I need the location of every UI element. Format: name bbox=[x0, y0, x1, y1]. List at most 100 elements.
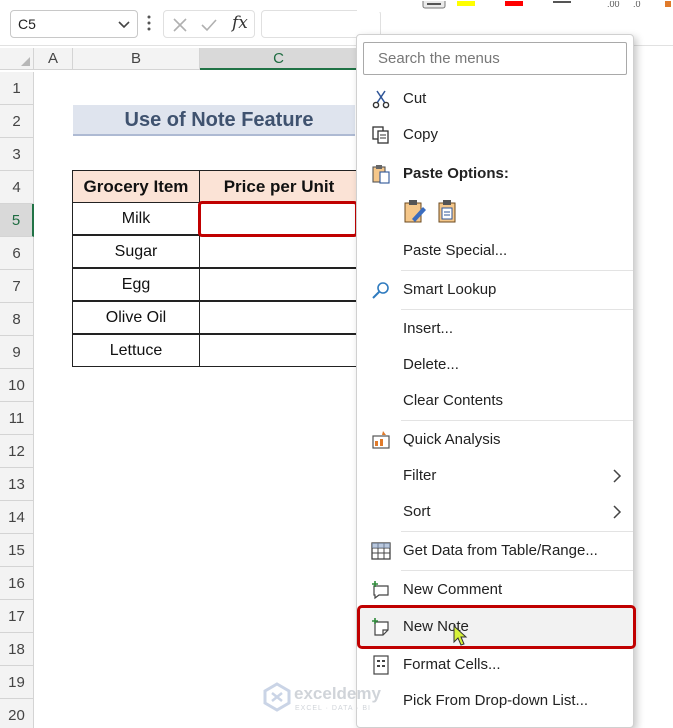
table-cell-item[interactable]: Sugar bbox=[72, 235, 200, 268]
row-header[interactable]: 13 bbox=[0, 468, 34, 501]
svg-text:.0: .0 bbox=[633, 1, 641, 9]
menu-separator bbox=[401, 420, 633, 421]
scissors-icon bbox=[372, 90, 390, 109]
row-header[interactable]: 19 bbox=[0, 666, 34, 699]
menu-item-label: New Comment bbox=[403, 581, 503, 598]
menu-item-label: Clear Contents bbox=[403, 392, 504, 409]
menu-item-label: Smart Lookup bbox=[403, 281, 497, 298]
menu-item-cut[interactable]: Cut bbox=[357, 83, 635, 115]
table-cell-item[interactable]: Olive Oil bbox=[72, 301, 200, 334]
column-header-a[interactable]: A bbox=[34, 48, 73, 70]
menu-item-label: Format Cells... bbox=[403, 656, 501, 673]
new-comment-icon bbox=[372, 581, 389, 600]
sheet-title: Use of Note Feature bbox=[73, 105, 355, 136]
menu-item-quick-analysis[interactable]: Quick Analysis bbox=[357, 424, 635, 456]
mouse-cursor-icon bbox=[453, 625, 468, 646]
table-header-grocery-item[interactable]: Grocery Item bbox=[72, 170, 200, 203]
menu-item-label: Pick From Drop-down List... bbox=[403, 692, 589, 709]
menu-item-label: Get Data from Table/Range... bbox=[403, 542, 598, 559]
exceldemy-logo-icon bbox=[263, 682, 291, 712]
menu-item-new-comment[interactable]: New Comment bbox=[357, 574, 635, 606]
menu-item-new-note[interactable]: New Note bbox=[357, 611, 635, 646]
table-cell-price[interactable] bbox=[199, 268, 359, 301]
selected-cell-highlight bbox=[198, 201, 358, 237]
chevron-right-icon bbox=[613, 505, 622, 519]
menu-item-label: Insert... bbox=[403, 320, 454, 337]
table-cell-item[interactable]: Egg bbox=[72, 268, 200, 301]
chevron-right-icon bbox=[613, 469, 622, 483]
name-box[interactable]: C5 bbox=[10, 10, 138, 38]
menu-separator bbox=[401, 570, 633, 571]
row-header[interactable]: 20 bbox=[0, 699, 34, 728]
enter-check-icon[interactable] bbox=[200, 16, 218, 34]
menu-item-label: Quick Analysis bbox=[403, 431, 501, 448]
row-header[interactable]: 15 bbox=[0, 534, 34, 567]
watermark-tagline: EXCEL · DATA · BI bbox=[295, 705, 371, 712]
select-all-corner[interactable] bbox=[0, 48, 34, 70]
search-icon bbox=[372, 282, 389, 299]
paste-values-icon bbox=[438, 200, 456, 223]
row-header[interactable]: 12 bbox=[0, 435, 34, 468]
exceldemy-watermark: exceldemy EXCEL · DATA · BI bbox=[262, 680, 412, 720]
menu-separator bbox=[401, 531, 633, 532]
row-header[interactable]: 8 bbox=[0, 303, 34, 336]
menu-item-insert[interactable]: Insert... bbox=[357, 313, 635, 345]
row-header[interactable]: 9 bbox=[0, 336, 34, 369]
table-cell-price[interactable] bbox=[199, 301, 359, 334]
paste-option-buttons bbox=[404, 200, 456, 223]
menu-search-input[interactable]: Search the menus bbox=[363, 42, 627, 75]
table-cell-price[interactable] bbox=[199, 235, 359, 268]
menu-item-get-data[interactable]: Get Data from Table/Range... bbox=[357, 535, 635, 567]
row-header[interactable]: 10 bbox=[0, 369, 34, 402]
ribbon-snippet: .00 .0 bbox=[357, 0, 673, 12]
menu-item-smart-lookup[interactable]: Smart Lookup bbox=[357, 274, 635, 306]
cancel-icon[interactable] bbox=[171, 16, 189, 34]
menu-item-clear-contents[interactable]: Clear Contents bbox=[357, 385, 635, 417]
row-header[interactable]: 2 bbox=[0, 105, 34, 138]
new-note-icon bbox=[372, 618, 389, 636]
menu-item-label: Delete... bbox=[403, 356, 459, 373]
quick-analysis-icon bbox=[372, 431, 390, 449]
paste-formatting-icon bbox=[404, 200, 426, 223]
context-menu: Search the menus Cut Copy Paste Options: bbox=[356, 34, 636, 728]
menu-item-label: Paste Options: bbox=[403, 165, 509, 182]
menu-item-sort[interactable]: Sort bbox=[357, 496, 635, 528]
column-header-b[interactable]: B bbox=[73, 48, 200, 70]
row-header[interactable]: 6 bbox=[0, 237, 34, 270]
ribbon-icons: .00 .0 bbox=[422, 0, 671, 9]
table-cell-item[interactable]: Lettuce bbox=[72, 334, 200, 367]
menu-separator bbox=[401, 270, 633, 271]
row-header[interactable]: 11 bbox=[0, 402, 34, 435]
paste-icon bbox=[372, 165, 390, 184]
row-header[interactable]: 5 bbox=[0, 204, 34, 237]
menu-item-label: Paste Special... bbox=[403, 242, 508, 259]
row-header[interactable]: 4 bbox=[0, 171, 34, 204]
watermark-name: exceldemy bbox=[294, 684, 381, 703]
menu-item-format-cells[interactable]: Format Cells... bbox=[357, 649, 635, 681]
row-header[interactable]: 1 bbox=[0, 72, 34, 105]
menu-item-label: Filter bbox=[403, 467, 437, 484]
menu-item-filter[interactable]: Filter bbox=[357, 460, 635, 492]
table-header-price-per-unit[interactable]: Price per Unit bbox=[199, 170, 359, 203]
column-header-c[interactable]: C bbox=[200, 48, 358, 70]
row-header[interactable]: 16 bbox=[0, 567, 34, 600]
row-header[interactable]: 14 bbox=[0, 501, 34, 534]
row-header[interactable]: 7 bbox=[0, 270, 34, 303]
menu-item-label: Cut bbox=[403, 90, 427, 107]
table-icon bbox=[371, 542, 391, 560]
row-header[interactable]: 18 bbox=[0, 633, 34, 666]
format-cells-icon bbox=[373, 655, 389, 675]
row-header[interactable]: 17 bbox=[0, 600, 34, 633]
table-cell-price[interactable] bbox=[199, 334, 359, 367]
menu-item-copy[interactable]: Copy bbox=[357, 119, 635, 151]
menu-item-delete[interactable]: Delete... bbox=[357, 349, 635, 381]
chevron-down-icon[interactable] bbox=[117, 17, 131, 31]
more-options-icon[interactable] bbox=[146, 12, 152, 34]
table-cell-item[interactable]: Milk bbox=[72, 202, 200, 235]
svg-text:.00: .00 bbox=[607, 1, 620, 9]
name-box-value: C5 bbox=[18, 16, 36, 32]
menu-item-label: Copy bbox=[403, 126, 439, 143]
insert-function-button[interactable]: fx bbox=[232, 13, 248, 33]
menu-item-paste-special[interactable]: Paste Special... bbox=[357, 235, 635, 267]
row-header[interactable]: 3 bbox=[0, 138, 34, 171]
